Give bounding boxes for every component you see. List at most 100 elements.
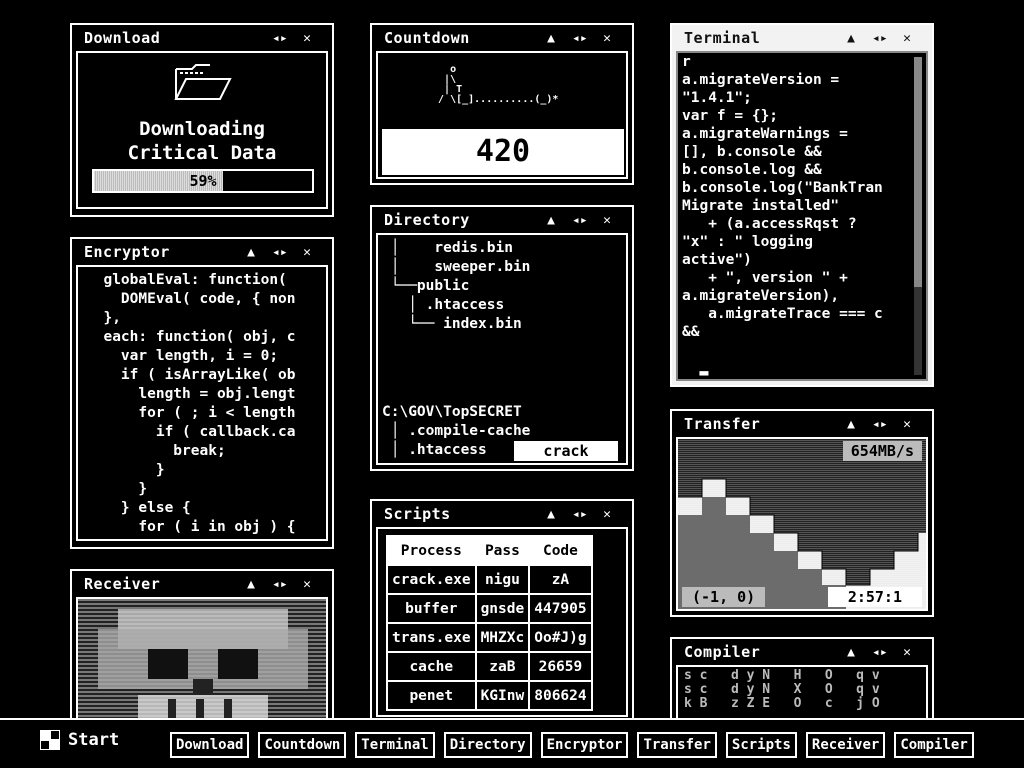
header-pass: Pass — [474, 535, 531, 566]
directory-window[interactable]: Directory ▲ ◂▸ ✕ │ redis.bin │ sweeper.b… — [370, 205, 634, 471]
terminal-titlebar[interactable]: Terminal ▲ ◂▸ ✕ — [676, 25, 928, 51]
terminal-scrollbar[interactable] — [914, 57, 922, 375]
task-directory[interactable]: Directory — [443, 732, 532, 758]
download-content: Downloading Critical Data 59% — [76, 51, 328, 209]
move-icon[interactable]: ◂▸ — [572, 213, 588, 228]
maximize-icon[interactable]: ▲ — [244, 577, 258, 592]
table-row[interactable]: penet KGInw 806624 — [386, 680, 593, 711]
task-transfer[interactable]: Transfer — [637, 732, 717, 758]
start-button[interactable]: Start — [40, 730, 119, 750]
maximize-icon[interactable]: ▲ — [544, 213, 558, 228]
taskbar-items: Download Countdown Terminal Directory En… — [170, 732, 974, 758]
folder-icon — [174, 64, 232, 100]
window-title: Encryptor — [84, 243, 170, 261]
directory-content: │ redis.bin │ sweeper.bin └──public │ .h… — [376, 233, 628, 465]
countdown-titlebar[interactable]: Countdown ▲ ◂▸ ✕ — [376, 25, 628, 51]
window-title: Download — [84, 29, 161, 47]
scripts-titlebar[interactable]: Scripts ▲ ◂▸ ✕ — [376, 501, 628, 527]
countdown-content: o |\ | T / \[_]..........(_)* 420 — [376, 51, 628, 179]
maximize-icon[interactable]: ▲ — [844, 645, 858, 660]
header-process: Process — [386, 535, 477, 566]
close-icon[interactable]: ✕ — [600, 507, 614, 522]
cell-process: cache — [386, 651, 477, 682]
task-receiver[interactable]: Receiver — [805, 732, 886, 758]
close-icon[interactable]: ✕ — [300, 31, 314, 46]
table-row[interactable]: cache zaB 26659 — [386, 651, 593, 682]
terminal-output: r a.migrateVersion = "1.4.1"; var f = {}… — [682, 54, 883, 376]
scripts-content: Process Pass Code crack.exe nigu zA buff… — [376, 527, 628, 717]
task-terminal[interactable]: Terminal — [355, 732, 435, 758]
table-row[interactable]: crack.exe nigu zA — [386, 564, 593, 595]
compiler-titlebar[interactable]: Compiler ▲ ◂▸ ✕ — [676, 639, 928, 665]
close-icon[interactable]: ✕ — [900, 645, 914, 660]
move-icon[interactable]: ◂▸ — [272, 245, 288, 260]
move-icon[interactable]: ◂▸ — [572, 507, 588, 522]
close-icon[interactable]: ✕ — [900, 417, 914, 432]
move-icon[interactable]: ◂▸ — [272, 31, 288, 46]
move-icon[interactable]: ◂▸ — [272, 577, 288, 592]
cell-code: 806624 — [528, 680, 593, 711]
receiver-window[interactable]: Receiver ▲ ◂▸ ✕ — [70, 569, 334, 729]
countdown-window[interactable]: Countdown ▲ ◂▸ ✕ o |\ | T / \[_]........… — [370, 23, 634, 185]
maximize-icon[interactable]: ▲ — [844, 31, 858, 46]
encryptor-window[interactable]: Encryptor ▲ ◂▸ ✕ globalEval: function( D… — [70, 237, 334, 549]
start-label: Start — [68, 730, 120, 750]
window-title: Scripts — [384, 505, 451, 523]
move-icon[interactable]: ◂▸ — [872, 417, 888, 432]
cell-code: Oo#J)g — [528, 622, 593, 653]
task-compiler[interactable]: Compiler — [894, 732, 974, 758]
cell-code: 26659 — [528, 651, 593, 682]
cell-process: buffer — [386, 593, 477, 624]
task-download[interactable]: Download — [170, 732, 250, 758]
cell-code: 447905 — [528, 593, 593, 624]
download-heading-1: Downloading — [139, 118, 265, 140]
close-icon[interactable]: ✕ — [300, 577, 314, 592]
transfer-window[interactable]: Transfer ▲ ◂▸ ✕ 654MB/s (-1, 0) 2:57:1 — [670, 409, 934, 617]
terminal-content[interactable]: r a.migrateVersion = "1.4.1"; var f = {}… — [676, 51, 928, 381]
header-code: Code — [528, 535, 593, 566]
move-icon[interactable]: ◂▸ — [572, 31, 588, 46]
move-icon[interactable]: ◂▸ — [872, 645, 888, 660]
transfer-titlebar[interactable]: Transfer ▲ ◂▸ ✕ — [676, 411, 928, 437]
terminal-window[interactable]: Terminal ▲ ◂▸ ✕ r a.migrateVersion = "1.… — [670, 23, 934, 387]
scrollbar-thumb[interactable] — [914, 57, 922, 287]
crack-button[interactable]: crack — [514, 441, 618, 461]
directory-titlebar[interactable]: Directory ▲ ◂▸ ✕ — [376, 207, 628, 233]
cell-code: zA — [528, 564, 593, 595]
maximize-icon[interactable]: ▲ — [544, 31, 558, 46]
close-icon[interactable]: ✕ — [900, 31, 914, 46]
taskbar: Start Download Countdown Terminal Direct… — [0, 718, 1024, 768]
transfer-content: 654MB/s (-1, 0) 2:57:1 — [676, 437, 928, 611]
window-title: Compiler — [684, 643, 761, 661]
encryptor-titlebar[interactable]: Encryptor ▲ ◂▸ ✕ — [76, 239, 328, 265]
close-icon[interactable]: ✕ — [600, 31, 614, 46]
maximize-icon[interactable]: ▲ — [544, 507, 558, 522]
start-icon — [40, 730, 60, 750]
table-row[interactable]: trans.exe MHZXc Oo#J)g — [386, 622, 593, 653]
close-icon[interactable]: ✕ — [300, 245, 314, 260]
cell-pass: gnsde — [474, 593, 531, 624]
download-titlebar[interactable]: Download ◂▸ ✕ — [76, 25, 328, 51]
task-scripts[interactable]: Scripts — [725, 732, 797, 758]
close-icon[interactable]: ✕ — [600, 213, 614, 228]
scripts-window[interactable]: Scripts ▲ ◂▸ ✕ Process Pass Code crack.e… — [370, 499, 634, 721]
task-countdown[interactable]: Countdown — [258, 732, 347, 758]
window-title: Countdown — [384, 29, 470, 47]
receiver-titlebar[interactable]: Receiver ▲ ◂▸ ✕ — [76, 571, 328, 597]
cell-process: trans.exe — [386, 622, 477, 653]
compiler-grid: s c d y N H O q v s c d y N X O q v k B … — [684, 668, 880, 711]
download-window[interactable]: Download ◂▸ ✕ Downloading Critical Data … — [70, 23, 334, 217]
maximize-icon[interactable]: ▲ — [844, 417, 858, 432]
transfer-timer: 2:57:1 — [827, 587, 922, 607]
table-row[interactable]: buffer gnsde 447905 — [386, 593, 593, 624]
cell-pass: KGInw — [474, 680, 531, 711]
compiler-window[interactable]: Compiler ▲ ◂▸ ✕ s c d y N H O q v s c d … — [670, 637, 934, 729]
move-icon[interactable]: ◂▸ — [872, 31, 888, 46]
skull-image — [98, 609, 308, 721]
transfer-speed: 654MB/s — [842, 441, 922, 461]
window-title: Receiver — [84, 575, 161, 593]
maximize-icon[interactable]: ▲ — [244, 245, 258, 260]
window-title: Directory — [384, 211, 470, 229]
window-title: Transfer — [684, 415, 761, 433]
task-encryptor[interactable]: Encryptor — [540, 732, 629, 758]
